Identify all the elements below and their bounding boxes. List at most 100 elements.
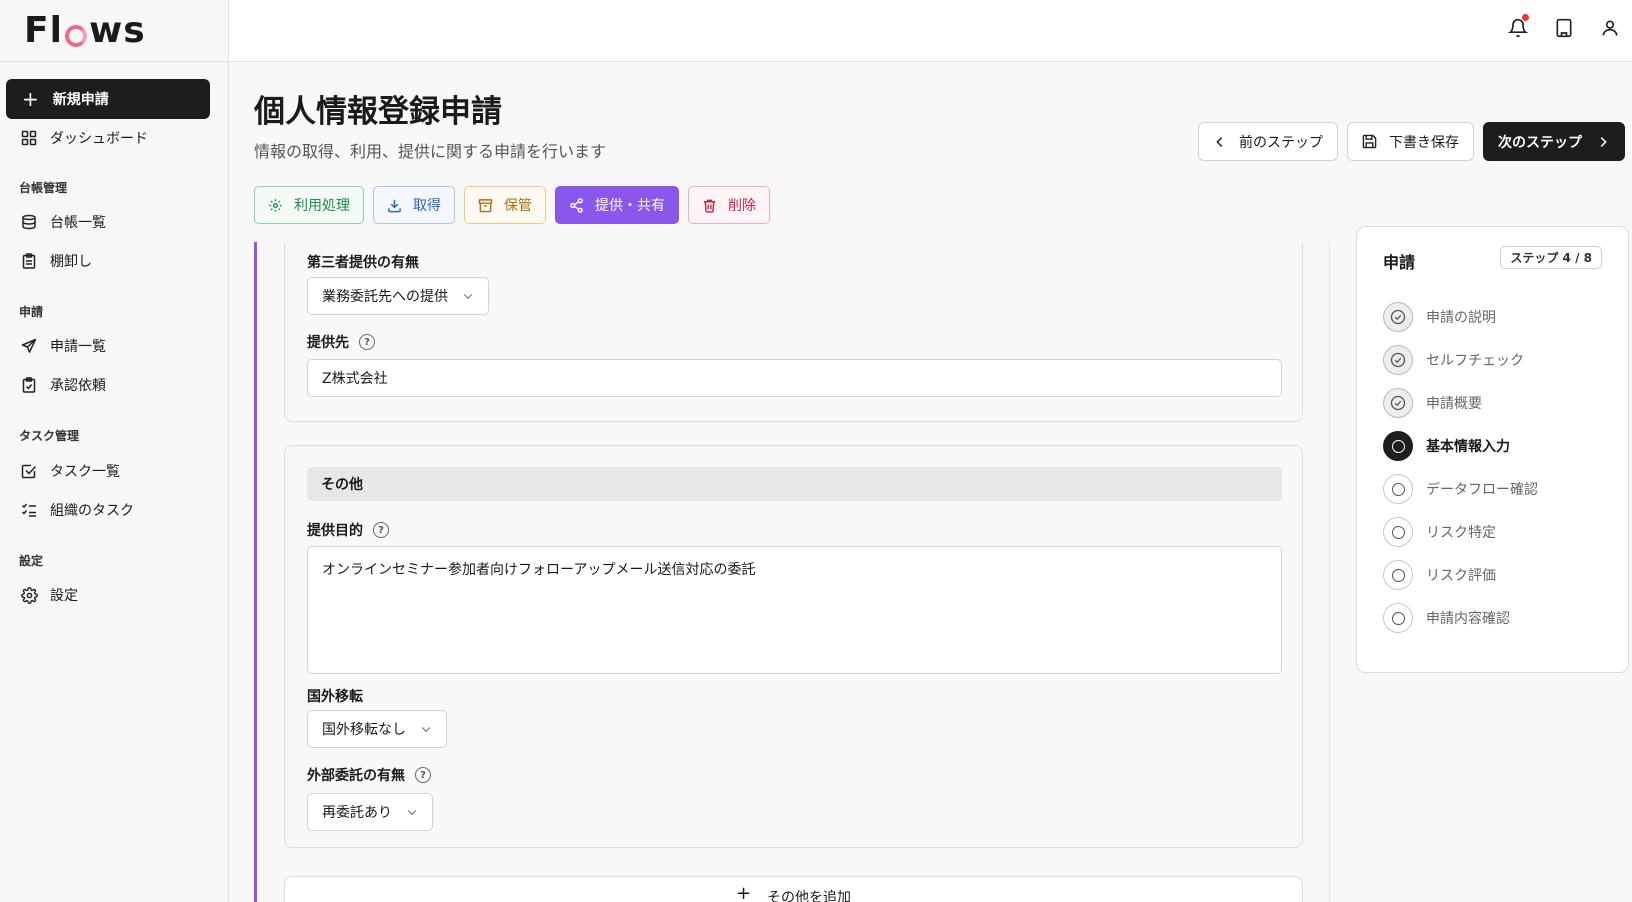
- step-count-badge: ステップ 4 / 8: [1500, 246, 1602, 269]
- step-item[interactable]: 申請概要: [1383, 388, 1482, 418]
- step-label: 基本情報入力: [1426, 439, 1510, 455]
- step-item[interactable]: リスク特定: [1383, 517, 1496, 547]
- building-icon[interactable]: [1552, 16, 1576, 40]
- third-party-select[interactable]: 業務委託先への提供: [307, 277, 489, 315]
- bell-icon[interactable]: [1506, 14, 1530, 40]
- plus-icon: +: [735, 883, 752, 902]
- gear-icon: [268, 198, 283, 213]
- recipient-input[interactable]: Z株式会社: [307, 359, 1282, 397]
- tab-usage-processing[interactable]: 利用処理: [254, 186, 364, 224]
- sidebar-item-inventory[interactable]: 棚卸し: [20, 249, 92, 273]
- section-tasks: タスク管理: [19, 429, 80, 443]
- trash-icon: [702, 198, 717, 213]
- logo-o-mark: [64, 24, 87, 47]
- select-value: 業務委託先への提供: [322, 289, 448, 305]
- page-title: 個人情報登録申請: [254, 94, 502, 130]
- form-scroll-area[interactable]: 第三者提供の有無 業務委託先への提供 提供先 ? Z株式会社 その他 提供目的 …: [254, 242, 1329, 902]
- tab-storage[interactable]: 保管: [464, 186, 546, 224]
- logo-text-start: Fl: [24, 10, 63, 51]
- check-circle-icon: [1383, 345, 1413, 375]
- next-step-label: 次のステップ: [1498, 134, 1582, 151]
- transfer-select[interactable]: 国外移転なし: [307, 710, 447, 748]
- tab-deletion[interactable]: 削除: [688, 186, 770, 224]
- step-label: リスク特定: [1426, 525, 1496, 541]
- save-icon: [1362, 134, 1377, 149]
- user-icon[interactable]: [1598, 16, 1622, 40]
- provision-card: 第三者提供の有無 業務委託先への提供 提供先 ? Z株式会社: [284, 242, 1303, 422]
- third-party-label: 第三者提供の有無: [307, 255, 419, 271]
- sidebar-item-settings[interactable]: 設定: [20, 583, 78, 607]
- tab-label: 取得: [413, 198, 441, 214]
- sidebar-item-org-tasks[interactable]: 組織のタスク: [20, 498, 134, 522]
- clipboard-check-icon: [20, 376, 38, 394]
- section-ledger: 台帳管理: [19, 181, 68, 195]
- accent-bar: [254, 242, 257, 902]
- help-icon[interactable]: ?: [373, 522, 389, 538]
- page-subtitle: 情報の取得、利用、提供に関する申請を行います: [254, 142, 607, 161]
- prev-step-button[interactable]: 前のステップ: [1198, 122, 1338, 161]
- step-item[interactable]: リスク評価: [1383, 560, 1496, 590]
- step-item[interactable]: セルフチェック: [1383, 345, 1524, 375]
- tab-label: 保管: [504, 198, 532, 214]
- circle-icon: [1383, 474, 1413, 504]
- sidebar-item-ledger-list[interactable]: 台帳一覧: [20, 210, 106, 234]
- add-other-button[interactable]: + その他を追加: [284, 876, 1303, 902]
- check-circle-icon: [1383, 388, 1413, 418]
- tab-provision-sharing[interactable]: 提供・共有: [555, 186, 679, 224]
- gear-icon: [20, 586, 38, 604]
- outsourcing-select[interactable]: 再委託あり: [307, 793, 433, 831]
- circle-icon: [1383, 431, 1413, 461]
- purpose-textarea[interactable]: オンラインセミナー参加者向けフォローアップメール送信対応の委託: [307, 546, 1282, 674]
- recipient-label-row: 提供先 ?: [307, 332, 375, 352]
- save-draft-button[interactable]: 下書き保存: [1347, 122, 1474, 161]
- transfer-label: 国外移転: [307, 689, 363, 705]
- select-value: 再委託あり: [322, 805, 392, 821]
- step-label: 申請概要: [1426, 396, 1482, 412]
- checkbox-icon: [20, 462, 38, 480]
- step-panel-title: 申請: [1383, 253, 1416, 272]
- sidebar-item-dashboard[interactable]: ダッシュボード: [20, 126, 148, 150]
- help-icon[interactable]: ?: [415, 767, 431, 783]
- circle-icon: [1383, 560, 1413, 590]
- other-card: その他 提供目的 ? オンラインセミナー参加者向けフォローアップメール送信対応の…: [284, 445, 1303, 848]
- step-label: リスク評価: [1426, 568, 1496, 584]
- download-icon: [387, 198, 402, 213]
- chevron-down-icon: [406, 806, 418, 818]
- clipboard-list-icon: [20, 252, 38, 270]
- tab-acquisition[interactable]: 取得: [373, 186, 455, 224]
- chevron-right-icon: [1596, 135, 1610, 149]
- textarea-value: オンラインセミナー参加者向けフォローアップメール送信対応の委託: [322, 562, 756, 578]
- send-icon: [20, 337, 38, 355]
- share-icon: [569, 197, 584, 213]
- new-application-button[interactable]: + 新規申請: [6, 79, 210, 119]
- top-bar: [229, 0, 1632, 62]
- tab-label: 削除: [728, 198, 756, 214]
- select-value: 国外移転なし: [322, 722, 406, 738]
- archive-icon: [478, 198, 493, 213]
- add-other-label: その他を追加: [767, 890, 852, 902]
- step-item[interactable]: 基本情報入力: [1383, 431, 1510, 461]
- step-item[interactable]: 申請内容確認: [1383, 603, 1510, 633]
- new-application-label: 新規申請: [52, 92, 109, 108]
- circle-icon: [1383, 603, 1413, 633]
- section-settings: 設定: [19, 554, 44, 568]
- step-item[interactable]: データフロー確認: [1383, 474, 1538, 504]
- sidebar-item-application-list[interactable]: 申請一覧: [20, 334, 106, 358]
- help-icon[interactable]: ?: [359, 334, 375, 350]
- purpose-label-row: 提供目的 ?: [307, 520, 389, 540]
- sidebar-item-label: 設定: [50, 588, 78, 604]
- step-item[interactable]: 申請の説明: [1383, 302, 1496, 332]
- sidebar-item-label: タスク一覧: [50, 464, 120, 480]
- next-step-button[interactable]: 次のステップ: [1483, 122, 1625, 161]
- grid-icon: [20, 129, 38, 147]
- sidebar-item-label: 組織のタスク: [50, 503, 134, 519]
- sidebar-item-approval-requests[interactable]: 承認依頼: [20, 373, 106, 397]
- sidebar-item-task-list[interactable]: タスク一覧: [20, 459, 120, 483]
- prev-step-label: 前のステップ: [1239, 134, 1323, 151]
- panel-divider: [1329, 242, 1330, 902]
- flows-logo[interactable]: Fl ws: [0, 0, 228, 62]
- outsourcing-label: 外部委託の有無: [307, 768, 405, 784]
- database-icon: [20, 213, 38, 231]
- tab-label: 提供・共有: [595, 198, 665, 214]
- tab-label: 利用処理: [294, 198, 350, 214]
